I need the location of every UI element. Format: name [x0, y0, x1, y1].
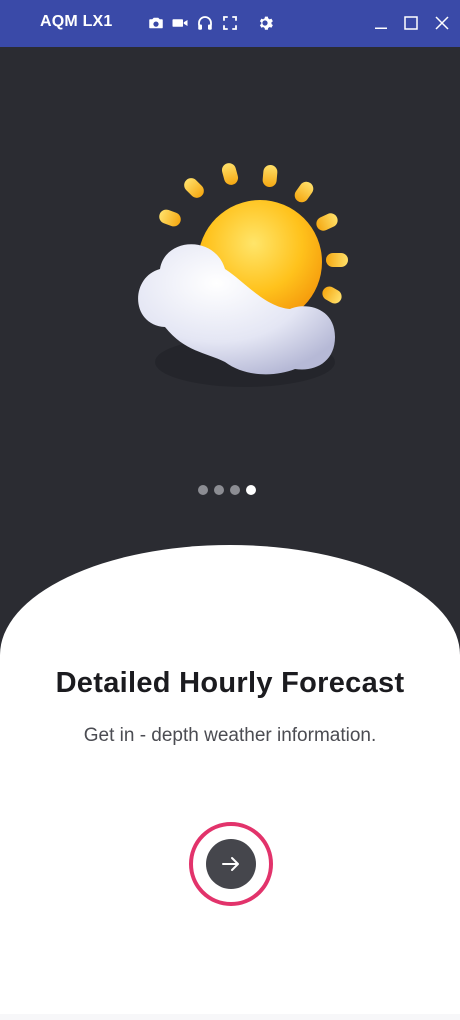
page-indicator — [198, 485, 256, 495]
maximize-icon[interactable] — [401, 13, 421, 33]
page-dot-1[interactable] — [198, 485, 208, 495]
minimize-icon[interactable] — [371, 13, 391, 33]
page-dot-2[interactable] — [214, 485, 224, 495]
onboarding-title: Detailed Hourly Forecast — [55, 667, 405, 699]
next-button-ring[interactable] — [189, 822, 273, 906]
next-button[interactable] — [206, 839, 256, 889]
close-icon[interactable] — [432, 13, 452, 33]
camera-icon[interactable] — [146, 13, 166, 33]
window-title: AQM LX1 — [40, 13, 113, 30]
video-icon[interactable] — [170, 13, 190, 33]
sun-behind-cloud-illustration — [125, 157, 355, 397]
emulator-window: AQM LX1 Detailed Hourly Forecast Get in … — [0, 0, 460, 1020]
onboarding-sheet: Detailed Hourly Forecast Get in - depth … — [0, 545, 460, 1020]
arrow-right-icon — [222, 857, 239, 871]
app-screen: Detailed Hourly Forecast Get in - depth … — [0, 47, 460, 1020]
page-dot-3[interactable] — [230, 485, 240, 495]
system-navbar — [0, 1014, 460, 1020]
headphones-icon[interactable] — [195, 13, 215, 33]
fullscreen-icon[interactable] — [220, 13, 240, 33]
page-dot-4-active[interactable] — [246, 485, 256, 495]
titlebar: AQM LX1 — [0, 0, 460, 47]
onboarding-subtitle: Get in - depth weather information. — [83, 725, 377, 746]
settings-icon[interactable] — [255, 13, 275, 33]
